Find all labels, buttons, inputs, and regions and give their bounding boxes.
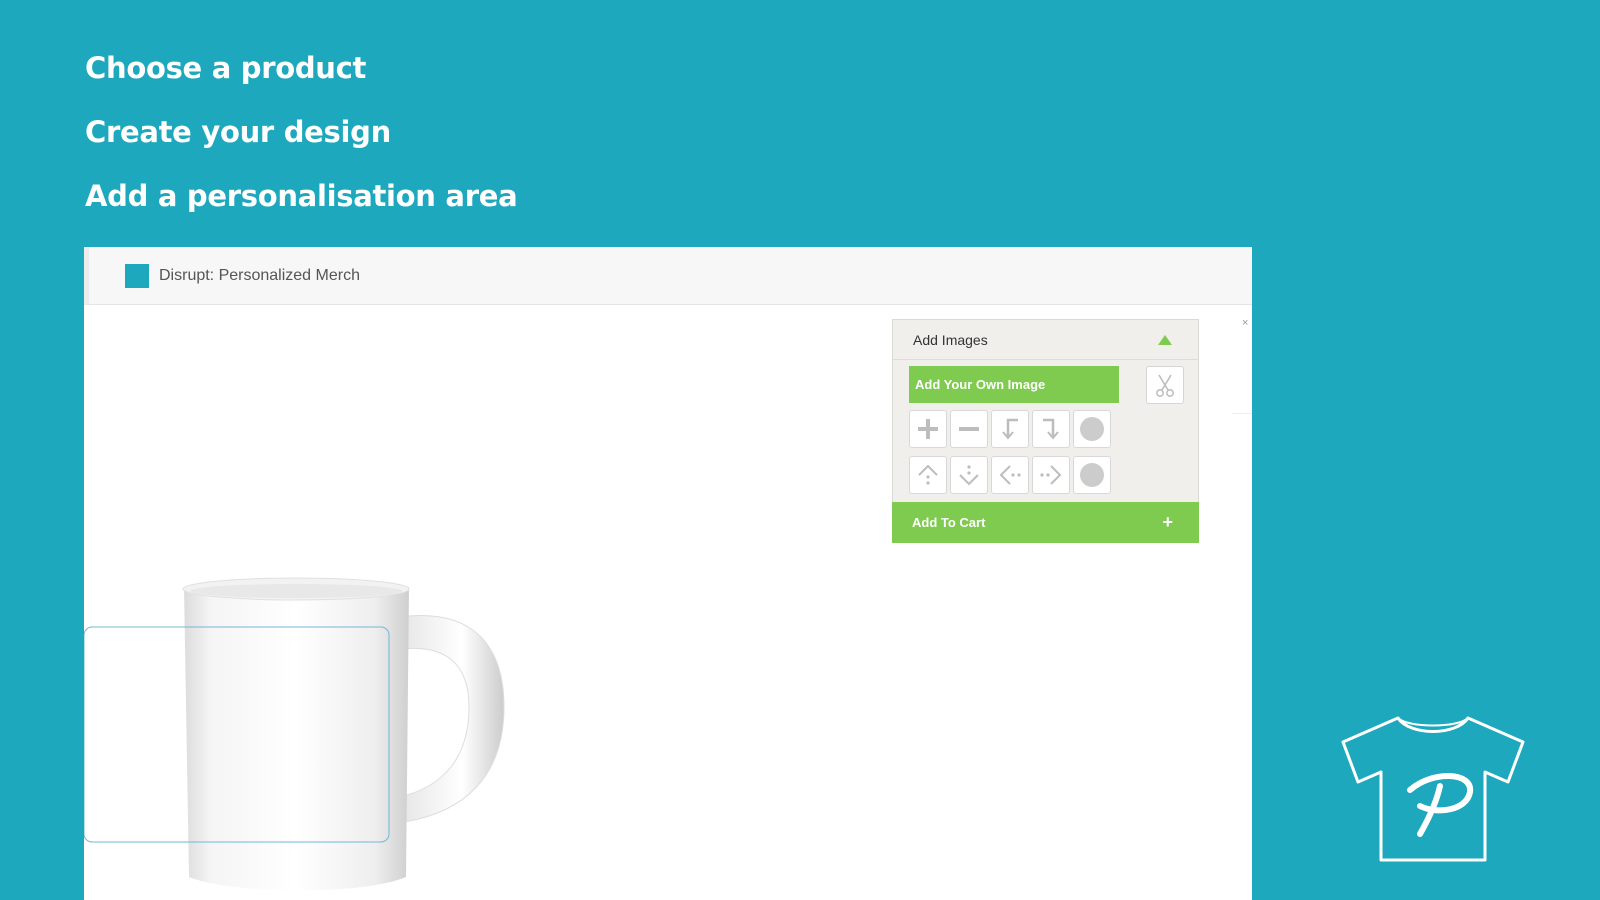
scissors-button[interactable]: [1146, 366, 1184, 404]
tool-row-1: [909, 410, 1111, 448]
zoom-in-button[interactable]: [909, 410, 947, 448]
app-window: Disrupt: Personalized Merch Add Images A…: [84, 247, 1252, 900]
app-header: Disrupt: Personalized Merch: [84, 247, 1252, 305]
bring-forward-icon: [1002, 418, 1018, 440]
send-backward-button[interactable]: [1032, 410, 1070, 448]
move-up-button[interactable]: [909, 456, 947, 494]
plus-icon: [918, 419, 938, 439]
mug-handle: [398, 615, 505, 823]
move-up-icon: [918, 464, 938, 485]
mug-product-preview: [84, 577, 505, 891]
send-backward-icon: [1043, 418, 1059, 440]
circle-icon: [1080, 417, 1104, 441]
step-add-personalisation: Add a personalisation area: [85, 179, 518, 213]
panel-title: Add Images: [913, 331, 988, 348]
move-right-icon: [1040, 465, 1062, 485]
add-to-cart-label: Add To Cart: [912, 515, 986, 530]
tool-row-2: [909, 456, 1111, 494]
tshirt-brand-logo: [1341, 716, 1525, 862]
add-images-panel-header[interactable]: Add Images: [893, 320, 1198, 360]
add-to-cart-button[interactable]: Add To Cart +: [892, 502, 1199, 543]
circle-icon: [1080, 463, 1104, 487]
shape-button-2[interactable]: [1073, 456, 1111, 494]
shape-button[interactable]: [1073, 410, 1111, 448]
tshirt-outline: [1341, 716, 1525, 862]
move-left-icon: [999, 465, 1021, 485]
p-logo-mark: [1407, 773, 1474, 837]
step-choose-product: Choose a product: [85, 51, 367, 85]
divider: [1232, 413, 1252, 414]
collapse-triangle-icon[interactable]: [1158, 334, 1172, 345]
minus-icon: [959, 427, 979, 431]
move-down-icon: [959, 465, 979, 486]
app-logo-icon: [125, 263, 149, 288]
move-down-button[interactable]: [950, 456, 988, 494]
add-your-own-image-button[interactable]: Add Your Own Image: [909, 366, 1119, 403]
move-left-button[interactable]: [991, 456, 1029, 494]
bring-forward-button[interactable]: [991, 410, 1029, 448]
add-to-cart-plus-icon: +: [1162, 512, 1173, 532]
app-title: Disrupt: Personalized Merch: [159, 266, 360, 284]
move-right-button[interactable]: [1032, 456, 1070, 494]
scissors-icon: [1156, 374, 1174, 397]
add-images-panel: Add Images Add Your Own Image Add To Car…: [892, 319, 1199, 543]
mug-body: [184, 587, 409, 891]
zoom-out-button[interactable]: [950, 410, 988, 448]
steps-list: Choose a product Create your design Add …: [85, 48, 518, 240]
close-panel-icon[interactable]: ×: [1242, 317, 1248, 329]
step-create-design: Create your design: [85, 115, 391, 149]
